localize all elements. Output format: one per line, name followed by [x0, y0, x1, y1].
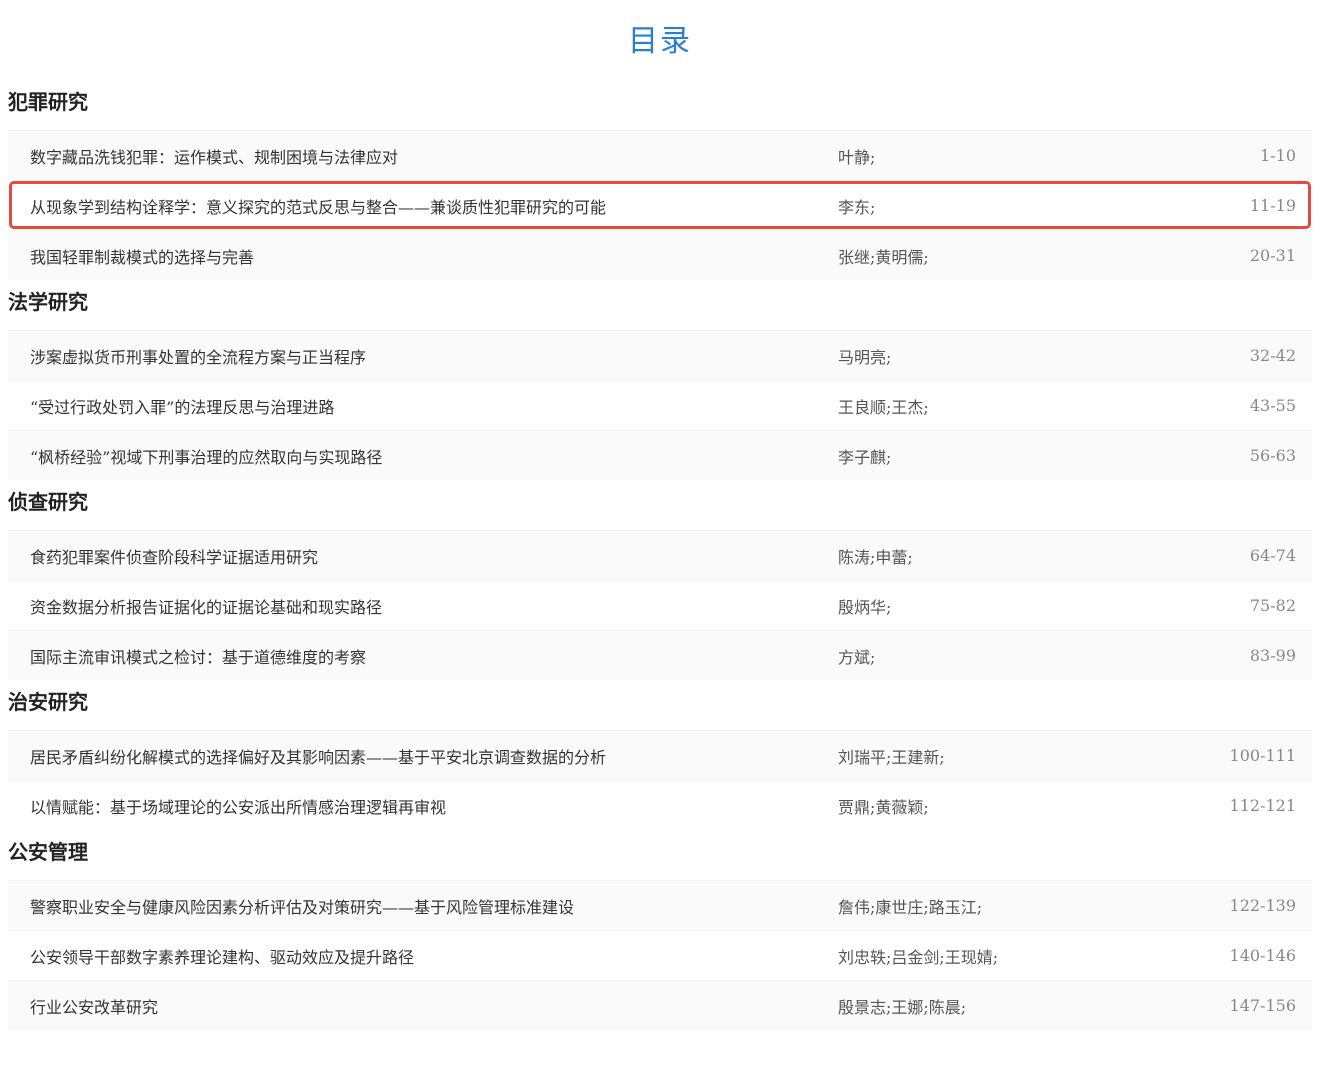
article-row[interactable]: “枫桥经验”视域下刑事治理的应然取向与实现路径 李子麒; 56-63	[8, 430, 1312, 480]
article-row-highlighted[interactable]: 从现象学到结构诠释学：意义探究的范式反思与整合——兼谈质性犯罪研究的可能 李东; 1…	[8, 180, 1312, 230]
article-authors[interactable]: 张继;黄明儒;	[838, 244, 929, 268]
article-row[interactable]: 食药犯罪案件侦查阶段科学证据适用研究 陈涛;申蕾; 64-74	[8, 530, 1312, 580]
article-pages: 11-19	[1249, 196, 1296, 215]
toc-section: 公安管理警察职业安全与健康风险因素分析评估及对策研究——基于风险管理标准建设 詹伟…	[8, 830, 1312, 1030]
article-title-link[interactable]: 资金数据分析报告证据化的证据论基础和现实路径	[30, 594, 382, 618]
toc-section: 法学研究涉案虚拟货币刑事处置的全流程方案与正当程序 马明亮; 32-42 “受过行政处…	[8, 280, 1312, 480]
article-pages: 122-139	[1229, 896, 1296, 915]
table-of-contents: 犯罪研究数字藏品洗钱犯罪：运作模式、规制困境与法律应对 叶静; 1-10 从现象学到结…	[8, 80, 1312, 1030]
article-list: 涉案虚拟货币刑事处置的全流程方案与正当程序 马明亮; 32-42 “受过行政处罚入罪”…	[8, 330, 1312, 480]
toc-section: 治安研究居民矛盾纠纷化解模式的选择偏好及其影响因素——基于平安北京调查数据的分析…	[8, 680, 1312, 830]
article-title-link[interactable]: “枫桥经验”视域下刑事治理的应然取向与实现路径	[30, 444, 382, 468]
article-title-link[interactable]: 公安领导干部数字素养理论建构、驱动效应及提升路径	[30, 944, 414, 968]
article-authors[interactable]: 詹伟;康世庄;路玉江;	[838, 894, 982, 918]
article-authors[interactable]: 刘瑞平;王建新;	[838, 744, 945, 768]
toc-section: 犯罪研究数字藏品洗钱犯罪：运作模式、规制困境与法律应对 叶静; 1-10 从现象学到结…	[8, 80, 1312, 280]
article-title-link[interactable]: 警察职业安全与健康风险因素分析评估及对策研究——基于风险管理标准建设	[30, 894, 574, 918]
article-row[interactable]: 居民矛盾纠纷化解模式的选择偏好及其影响因素——基于平安北京调查数据的分析 刘瑞平;…	[8, 730, 1312, 780]
article-title-link[interactable]: 行业公安改革研究	[30, 994, 158, 1018]
article-authors[interactable]: 陈涛;申蕾;	[838, 544, 913, 568]
article-list: 居民矛盾纠纷化解模式的选择偏好及其影响因素——基于平安北京调查数据的分析 刘瑞平;…	[8, 730, 1312, 830]
article-list: 数字藏品洗钱犯罪：运作模式、规制困境与法律应对 叶静; 1-10 从现象学到结构诠释学…	[8, 130, 1312, 280]
article-pages: 64-74	[1249, 546, 1296, 565]
article-pages: 43-55	[1249, 396, 1296, 415]
article-authors[interactable]: 刘忠轶;吕金剑;王现婧;	[838, 944, 998, 968]
article-title-link[interactable]: 从现象学到结构诠释学：意义探究的范式反思与整合——兼谈质性犯罪研究的可能	[30, 194, 606, 218]
article-authors[interactable]: 李子麒;	[838, 444, 891, 468]
article-list: 食药犯罪案件侦查阶段科学证据适用研究 陈涛;申蕾; 64-74 资金数据分析报告证据化…	[8, 530, 1312, 680]
article-row[interactable]: 行业公安改革研究 殷景志;王娜;陈晨; 147-156	[8, 980, 1312, 1030]
article-pages: 100-111	[1229, 746, 1296, 765]
article-title-link[interactable]: 居民矛盾纠纷化解模式的选择偏好及其影响因素——基于平安北京调查数据的分析	[30, 744, 606, 768]
article-authors[interactable]: 殷景志;王娜;陈晨;	[838, 994, 966, 1018]
article-pages: 140-146	[1229, 946, 1296, 965]
article-pages: 75-82	[1249, 596, 1296, 615]
article-row[interactable]: 公安领导干部数字素养理论建构、驱动效应及提升路径 刘忠轶;吕金剑;王现婧; 140-…	[8, 930, 1312, 980]
section-heading: 公安管理	[8, 840, 88, 864]
article-title-link[interactable]: 食药犯罪案件侦查阶段科学证据适用研究	[30, 544, 318, 568]
article-title-link[interactable]: “受过行政处罚入罪”的法理反思与治理进路	[30, 394, 334, 418]
toc-section: 侦查研究食药犯罪案件侦查阶段科学证据适用研究 陈涛;申蕾; 64-74 资金数据分析报…	[8, 480, 1312, 680]
article-pages: 32-42	[1249, 346, 1296, 365]
article-row[interactable]: 国际主流审讯模式之检讨：基于道德维度的考察 方斌; 83-99	[8, 630, 1312, 680]
article-pages: 56-63	[1249, 446, 1296, 465]
article-row[interactable]: 资金数据分析报告证据化的证据论基础和现实路径 殷炳华; 75-82	[8, 580, 1312, 630]
article-row[interactable]: 涉案虚拟货币刑事处置的全流程方案与正当程序 马明亮; 32-42	[8, 330, 1312, 380]
article-pages: 1-10	[1260, 146, 1296, 165]
article-authors[interactable]: 贾鼎;黄薇颖;	[838, 794, 929, 818]
article-row[interactable]: 我国轻罪制裁模式的选择与完善 张继;黄明儒; 20-31	[8, 230, 1312, 280]
article-pages: 112-121	[1229, 796, 1296, 815]
article-title-link[interactable]: 以情赋能：基于场域理论的公安派出所情感治理逻辑再审视	[30, 794, 446, 818]
article-authors[interactable]: 方斌;	[838, 644, 875, 668]
section-heading: 法学研究	[8, 290, 88, 314]
article-authors[interactable]: 叶静;	[838, 144, 875, 168]
article-pages: 83-99	[1249, 646, 1296, 665]
article-pages: 20-31	[1249, 246, 1296, 265]
article-title-link[interactable]: 我国轻罪制裁模式的选择与完善	[30, 244, 254, 268]
article-authors[interactable]: 殷炳华;	[838, 594, 891, 618]
article-row[interactable]: 数字藏品洗钱犯罪：运作模式、规制困境与法律应对 叶静; 1-10	[8, 130, 1312, 180]
article-title-link[interactable]: 涉案虚拟货币刑事处置的全流程方案与正当程序	[30, 344, 366, 368]
article-row[interactable]: 警察职业安全与健康风险因素分析评估及对策研究——基于风险管理标准建设 詹伟;康世庄…	[8, 880, 1312, 930]
article-pages: 147-156	[1229, 996, 1296, 1015]
page-title: 目录	[628, 24, 692, 59]
article-authors[interactable]: 马明亮;	[838, 344, 891, 368]
section-heading: 犯罪研究	[8, 90, 88, 114]
article-row[interactable]: “受过行政处罚入罪”的法理反思与治理进路 王良顺;王杰; 43-55	[8, 380, 1312, 430]
section-heading: 治安研究	[8, 690, 88, 714]
article-authors[interactable]: 李东;	[838, 194, 875, 218]
article-row[interactable]: 以情赋能：基于场域理论的公安派出所情感治理逻辑再审视 贾鼎;黄薇颖; 112-121	[8, 780, 1312, 830]
article-title-link[interactable]: 国际主流审讯模式之检讨：基于道德维度的考察	[30, 644, 366, 668]
article-authors[interactable]: 王良顺;王杰;	[838, 394, 929, 418]
article-title-link[interactable]: 数字藏品洗钱犯罪：运作模式、规制困境与法律应对	[30, 144, 398, 168]
article-list: 警察职业安全与健康风险因素分析评估及对策研究——基于风险管理标准建设 詹伟;康世庄…	[8, 880, 1312, 1030]
section-heading: 侦查研究	[8, 490, 88, 514]
